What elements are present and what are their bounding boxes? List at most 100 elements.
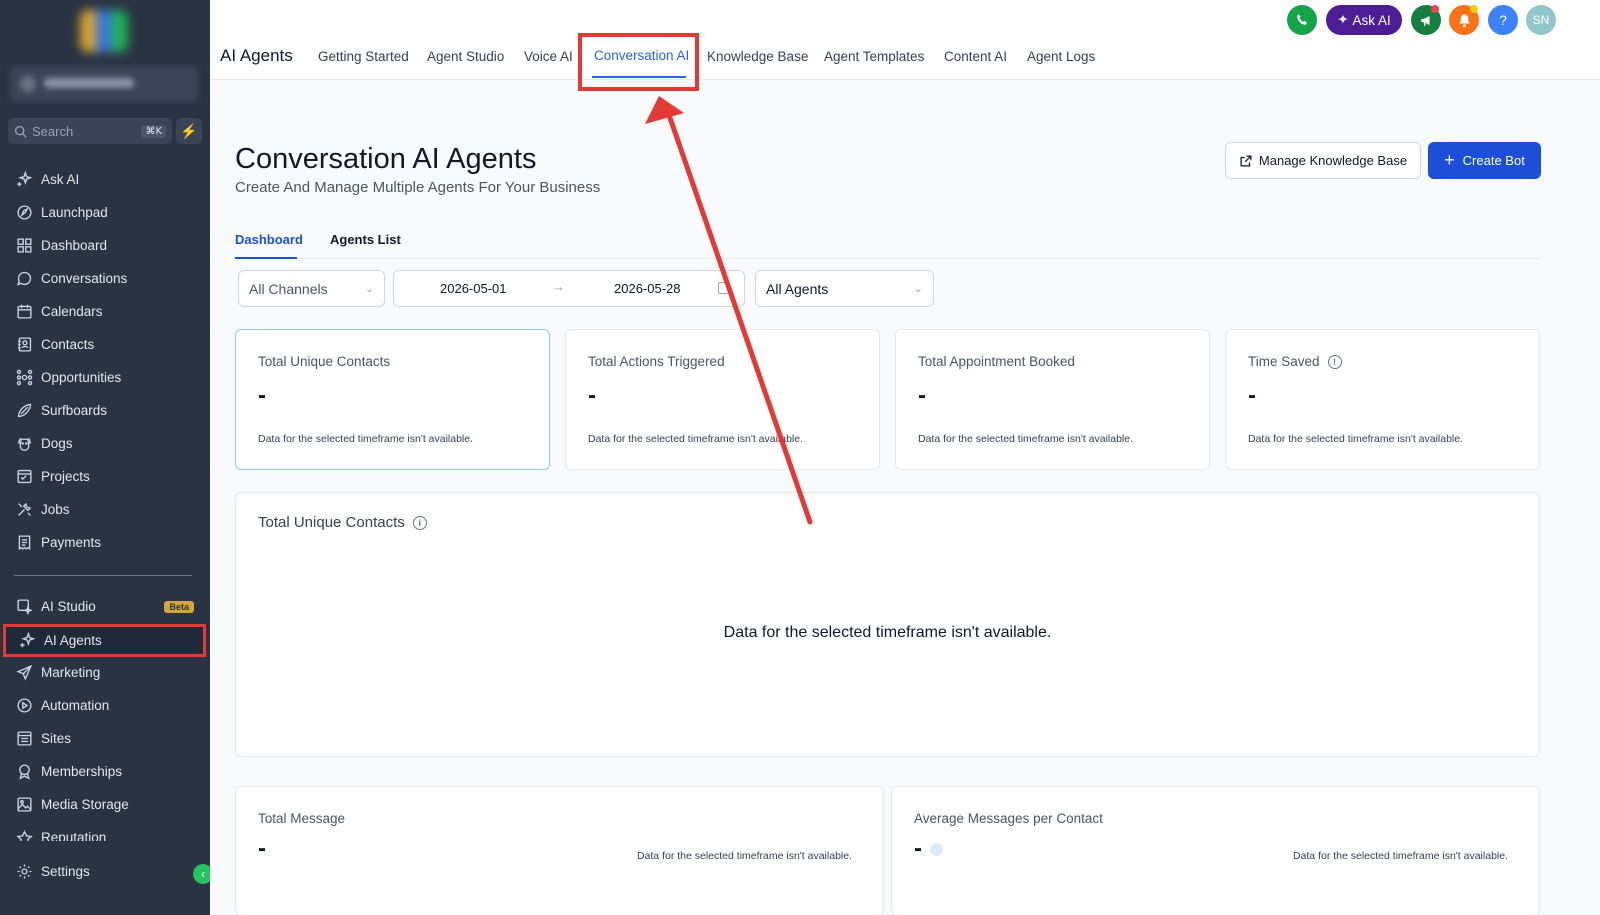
channel-select-value: All Channels xyxy=(249,280,328,297)
page-title: Conversation AI Agents xyxy=(235,143,537,175)
stat-note: Data for the selected timeframe isn't av… xyxy=(636,850,852,862)
sidebar-item-sites[interactable]: Sites xyxy=(0,722,210,755)
image-icon xyxy=(17,797,32,812)
chevron-down-icon: ⌄ xyxy=(913,283,923,295)
stat-value: - xyxy=(258,382,266,409)
sidebar-item-payments[interactable]: Payments xyxy=(0,526,210,559)
sidebar-item-label: AI Studio xyxy=(41,599,96,614)
external-link-icon xyxy=(1240,154,1252,167)
quick-actions-button[interactable]: ⚡ xyxy=(176,118,202,144)
chart-title-wrap: Total Unique Contacts i xyxy=(258,514,427,531)
agent-select[interactable]: All Agents ⌄ xyxy=(755,270,934,307)
network-icon xyxy=(16,369,33,386)
sidebar-item-launchpad[interactable]: Launchpad xyxy=(0,196,210,229)
sidebar-item-label: Projects xyxy=(41,469,90,484)
location-switcher[interactable] xyxy=(10,66,198,102)
tab-agent-studio[interactable]: Agent Studio xyxy=(427,49,504,64)
sidebar-item-ai-agents[interactable]: AI Agents xyxy=(3,624,206,657)
total-message-card[interactable]: Total Message - Data for the selected ti… xyxy=(235,786,884,915)
sidebar-item-calendars[interactable]: Calendars xyxy=(0,295,210,328)
play-circle-icon xyxy=(17,698,32,713)
avg-messages-card[interactable]: Average Messages per Contact - Data for … xyxy=(891,786,1540,915)
stat-label: Average Messages per Contact xyxy=(914,811,1103,826)
sidebar-item-contacts[interactable]: Contacts xyxy=(0,328,210,361)
stat-note: Data for the selected timeframe isn't av… xyxy=(588,433,804,445)
sidebar-item-opportunities[interactable]: Opportunities xyxy=(0,361,210,394)
megaphone-icon xyxy=(1420,15,1429,26)
ask-ai-button[interactable]: ✦ Ask AI xyxy=(1326,5,1402,35)
date-start[interactable]: 2026-05-01 xyxy=(440,281,507,296)
calendar-icon xyxy=(718,282,730,294)
subtab-agents-list[interactable]: Agents List xyxy=(330,232,401,247)
phone-button[interactable] xyxy=(1287,5,1317,35)
sidebar-item-ask-ai[interactable]: Ask AI xyxy=(0,163,210,196)
sidebar-item-conversations[interactable]: Conversations xyxy=(0,262,210,295)
sidebar-item-projects[interactable]: Projects xyxy=(0,460,210,493)
tab-getting-started[interactable]: Getting Started xyxy=(318,49,409,64)
sidebar-item-label: Memberships xyxy=(41,764,123,779)
subtab-dashboard[interactable]: Dashboard xyxy=(235,232,303,247)
info-icon[interactable]: ! xyxy=(1327,354,1342,369)
sidebar-item-surfboards[interactable]: Surfboards xyxy=(0,394,210,427)
subtab-divider xyxy=(235,258,1541,259)
info-dot-icon[interactable] xyxy=(930,842,943,856)
app-title: AI Agents xyxy=(220,46,293,65)
receipt-icon xyxy=(18,535,31,551)
stat-value-wrap: - xyxy=(914,835,943,863)
chat-icon xyxy=(16,271,32,286)
stat-value: - xyxy=(914,835,922,862)
company-logo[interactable] xyxy=(80,10,128,52)
active-subtab-indicator xyxy=(235,257,297,259)
channel-select[interactable]: All Channels ⌄ xyxy=(238,270,385,307)
plus-icon: + xyxy=(1444,150,1455,170)
user-avatar[interactable]: SN xyxy=(1526,5,1556,35)
tab-agent-logs[interactable]: Agent Logs xyxy=(1027,49,1095,64)
tab-knowledge-base[interactable]: Knowledge Base xyxy=(707,49,808,64)
avatar-initials: SN xyxy=(1532,13,1550,27)
date-range-picker[interactable]: 2026-05-01 → 2026-05-28 xyxy=(393,270,745,307)
manage-knowledge-base-button[interactable]: Manage Knowledge Base xyxy=(1225,142,1421,179)
sidebar-item-dogs[interactable]: Dogs xyxy=(0,427,210,460)
search-input[interactable]: Search ⌘K xyxy=(8,118,172,144)
stat-value: - xyxy=(258,835,266,862)
stat-note: Data for the selected timeframe isn't av… xyxy=(258,433,474,445)
create-bot-button[interactable]: + Create Bot xyxy=(1428,142,1541,179)
sidebar-item-reputation[interactable]: Reputation xyxy=(0,821,210,841)
tab-voice-ai[interactable]: Voice AI xyxy=(524,49,573,64)
collapse-sidebar-button[interactable]: ‹ xyxy=(193,864,210,884)
tools-icon xyxy=(18,503,31,516)
stat-card-time-saved[interactable]: Time Saved ! - Data for the selected tim… xyxy=(1225,329,1540,470)
sidebar-item-memberships[interactable]: Memberships xyxy=(0,755,210,788)
bell-icon xyxy=(1458,14,1470,27)
create-bot-label: Create Bot xyxy=(1462,153,1525,168)
help-button[interactable]: ? xyxy=(1488,5,1518,35)
stat-label: Total Appointment Booked xyxy=(918,354,1075,369)
sidebar-item-jobs[interactable]: Jobs xyxy=(0,493,210,526)
sidebar-item-marketing[interactable]: Marketing xyxy=(0,656,210,689)
date-end[interactable]: 2026-05-28 xyxy=(614,281,681,296)
sidebar-item-settings[interactable]: Settings xyxy=(0,855,210,888)
help-icon: ? xyxy=(1499,12,1507,28)
star-icon xyxy=(16,830,33,841)
sidebar-item-media-storage[interactable]: Media Storage xyxy=(0,788,210,821)
tab-agent-templates[interactable]: Agent Templates xyxy=(824,49,924,64)
stat-note: Data for the selected timeframe isn't av… xyxy=(1248,433,1464,445)
send-icon xyxy=(16,664,33,681)
announcement-dot xyxy=(1431,5,1439,13)
stat-card-appointments-booked[interactable]: Total Appointment Booked - Data for the … xyxy=(895,329,1210,470)
stat-card-unique-contacts[interactable]: Total Unique Contacts - Data for the sel… xyxy=(235,329,550,470)
tab-content-ai[interactable]: Content AI xyxy=(944,49,1007,64)
sidebar-item-label: Media Storage xyxy=(41,797,129,812)
sites-icon xyxy=(17,731,32,746)
sidebar-item-ai-studio[interactable]: AI Studio Beta xyxy=(0,590,210,623)
sidebar-item-label: Conversations xyxy=(41,271,128,286)
sidebar-item-label: Dogs xyxy=(41,436,73,451)
search-placeholder: Search xyxy=(32,123,74,139)
sidebar-item-automation[interactable]: Automation xyxy=(0,689,210,722)
sidebar-item-dashboard[interactable]: Dashboard xyxy=(0,229,210,262)
beta-badge: Beta xyxy=(164,600,194,613)
stat-label: Total Message xyxy=(258,811,346,826)
ai-studio-icon xyxy=(17,599,33,615)
info-icon[interactable]: i xyxy=(412,515,427,530)
stat-card-actions-triggered[interactable]: Total Actions Triggered - Data for the s… xyxy=(565,329,880,470)
